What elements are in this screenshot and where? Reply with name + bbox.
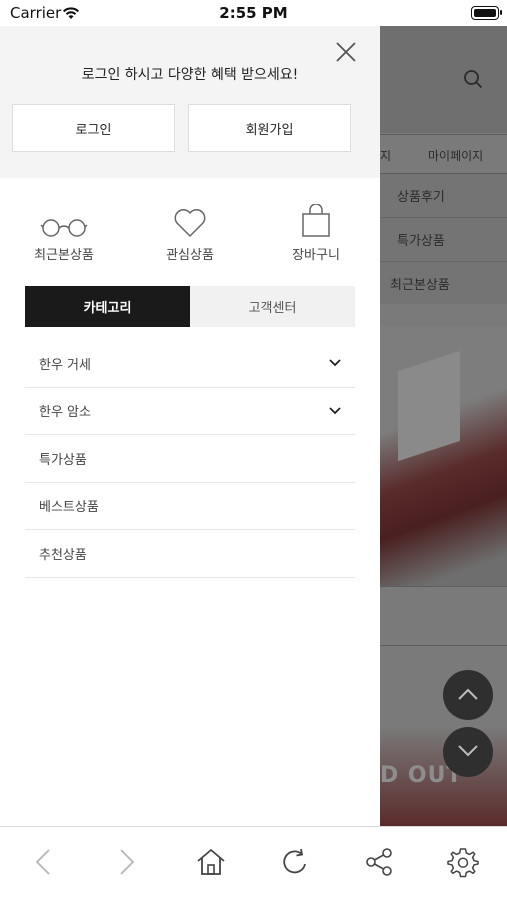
menu-item-label: 추천상품 xyxy=(39,547,87,563)
forward-icon[interactable] xyxy=(110,845,144,879)
menu-item-best[interactable]: 베스트상품 xyxy=(25,483,355,530)
close-icon[interactable] xyxy=(333,39,359,65)
quick-link-label: 관심상품 xyxy=(166,248,214,263)
scroll-bottom-button[interactable] xyxy=(443,727,493,777)
background-header xyxy=(380,26,507,133)
quick-link-label: 장바구니 xyxy=(292,248,340,263)
chevron-down-icon[interactable] xyxy=(329,356,341,371)
quick-link-recent[interactable]: 최근본상품 xyxy=(14,198,114,263)
scroll-top-button[interactable] xyxy=(443,670,493,720)
background-link-reviews: 상품후기 xyxy=(397,190,445,205)
quick-link-cart[interactable]: 장바구니 xyxy=(266,198,366,263)
drawer-header xyxy=(0,26,380,178)
menu-item-label: 한우 거세 xyxy=(39,357,91,373)
menu-item-recommended[interactable]: 추천상품 xyxy=(25,530,355,578)
quick-link-wishlist[interactable]: 관심상품 xyxy=(140,198,240,263)
tab-category[interactable]: 카테고리 xyxy=(25,286,190,327)
back-icon[interactable] xyxy=(26,845,60,879)
drawer-tabs: 카테고리 고객센터 xyxy=(25,286,355,327)
background-link-recent: 최근본상품 xyxy=(390,278,450,293)
chevron-down-icon xyxy=(457,743,479,762)
glasses-icon xyxy=(14,198,114,238)
tab-customer-center[interactable]: 고객센터 xyxy=(190,286,355,327)
menu-item-hanwoo-cow[interactable]: 한우 암소 xyxy=(25,388,355,435)
menu-item-hanwoo-steer[interactable]: 한우 거세 xyxy=(25,340,355,388)
chevron-down-icon[interactable] xyxy=(329,404,341,419)
status-bar: Carrier 2:55 PM xyxy=(0,0,507,26)
signup-button[interactable]: 회원가입 xyxy=(188,104,351,152)
menu-item-label: 베스트상품 xyxy=(39,500,99,516)
category-menu: 한우 거세 한우 암소 특가상품 베스트상품 추천상품 xyxy=(25,340,355,578)
side-drawer: 로그인 하시고 다양한 혜택 받으세요! 로그인 회원가입 최근본상품 관심상품… xyxy=(0,26,380,826)
background-tab-partial: 지 xyxy=(380,149,392,163)
background-divider xyxy=(380,586,507,646)
settings-icon[interactable] xyxy=(446,845,480,879)
background-tab-mypage: 마이페이지 xyxy=(428,149,484,163)
share-icon[interactable] xyxy=(362,845,396,879)
menu-item-label: 특가상품 xyxy=(39,452,87,468)
home-icon[interactable] xyxy=(194,845,228,879)
heart-icon xyxy=(140,198,240,238)
battery-icon xyxy=(471,6,502,20)
background-link-special: 특가상품 xyxy=(397,234,445,249)
quick-link-label: 최근본상품 xyxy=(34,248,94,263)
background-tabs: 지 마이페이지 xyxy=(380,134,507,174)
shopping-bag-icon xyxy=(266,198,366,238)
clock: 2:55 PM xyxy=(219,4,288,22)
login-promo-text: 로그인 하시고 다양한 혜택 받으세요! xyxy=(81,67,299,83)
search-icon xyxy=(463,69,483,93)
chevron-up-icon xyxy=(457,686,479,705)
background-links: 상품후기 특가상품 최근본상품 xyxy=(380,174,507,304)
menu-item-special[interactable]: 특가상품 xyxy=(25,435,355,483)
bottom-toolbar xyxy=(0,826,507,900)
login-button[interactable]: 로그인 xyxy=(12,104,175,152)
refresh-icon[interactable] xyxy=(278,845,312,879)
menu-item-label: 한우 암소 xyxy=(39,405,91,421)
